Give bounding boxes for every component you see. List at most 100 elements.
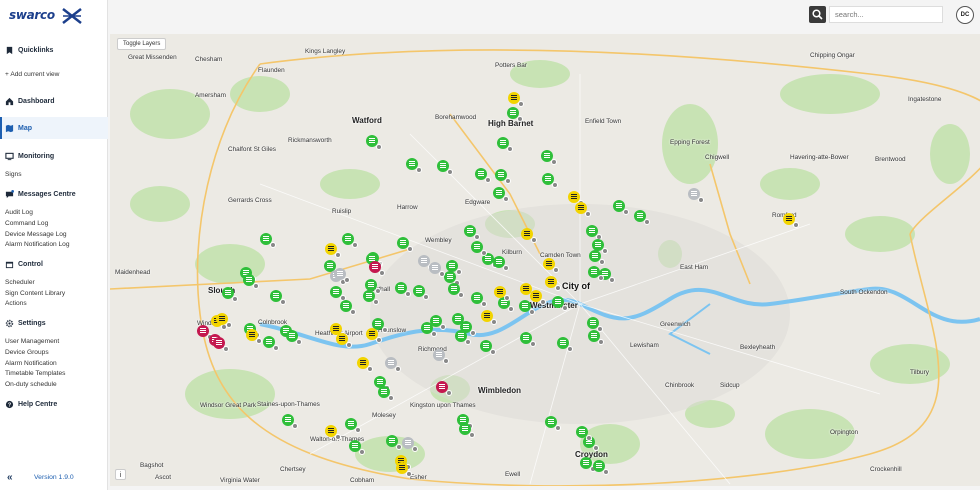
sign-marker-green-icon[interactable] [421,322,437,337]
nav-actions[interactable]: Actions [5,300,27,307]
sign-marker-green-icon[interactable] [260,233,276,248]
search-button[interactable] [809,6,826,23]
sign-marker-green-icon[interactable] [475,168,491,183]
sign-marker-yellow-icon[interactable] [543,258,559,273]
sign-marker-green-icon[interactable] [345,418,361,433]
sign-marker-green-icon[interactable] [464,225,480,240]
sign-marker-green-icon[interactable] [349,440,365,455]
nav-messages-centre[interactable]: Messages Centre [5,190,76,199]
sign-marker-green-icon[interactable] [437,160,453,175]
sign-marker-green-icon[interactable] [471,241,487,256]
sign-marker-green-icon[interactable] [495,169,511,184]
sign-marker-yellow-icon[interactable] [357,357,373,372]
sign-marker-green-icon[interactable] [519,300,535,315]
nav-settings[interactable]: Settings [5,319,46,328]
sign-marker-yellow-icon[interactable] [508,92,524,107]
sign-marker-green-icon[interactable] [406,158,422,173]
sign-marker-green-icon[interactable] [542,173,558,188]
collapse-sidebar-icon[interactable]: « [7,472,13,483]
nav-quicklinks[interactable]: Quicklinks [5,46,53,55]
sign-marker-green-icon[interactable] [589,250,605,265]
sign-marker-green-icon[interactable] [576,426,592,441]
sign-marker-grey-icon[interactable] [429,262,445,277]
sign-marker-green-icon[interactable] [459,423,475,438]
nav-on-duty-schedule[interactable]: On-duty schedule [5,381,57,388]
sign-marker-green-icon[interactable] [480,340,496,355]
nav-timetable-templates[interactable]: Timetable Templates [5,370,65,377]
sign-marker-green-icon[interactable] [395,282,411,297]
sign-marker-green-icon[interactable] [222,287,238,302]
sign-marker-green-icon[interactable] [444,271,460,286]
add-current-view-link[interactable]: + Add current view [5,71,59,78]
nav-alarm-notification[interactable]: Alarm Notification [5,360,57,367]
sign-marker-green-icon[interactable] [397,237,413,252]
sign-marker-grey-icon[interactable] [334,268,350,283]
nav-signs[interactable]: Signs [5,171,22,178]
sign-marker-yellow-icon[interactable] [366,328,382,343]
sign-marker-yellow-icon[interactable] [336,333,352,348]
sign-marker-green-icon[interactable] [455,330,471,345]
sign-marker-yellow-icon[interactable] [396,462,412,477]
sign-marker-green-icon[interactable] [342,233,358,248]
search-input[interactable] [829,6,943,23]
sign-marker-yellow-icon[interactable] [783,213,799,228]
sign-marker-green-icon[interactable] [586,225,602,240]
nav-device-message-log[interactable]: Device Message Log [5,231,67,238]
sign-marker-yellow-icon[interactable] [325,243,341,258]
map-info-button[interactable]: i [115,469,126,480]
sign-marker-grey-icon[interactable] [418,255,434,270]
sign-marker-green-icon[interactable] [471,292,487,307]
sign-marker-yellow-icon[interactable] [481,310,497,325]
map-view[interactable]: Toggle Layers Kings Langley Potters Bar Ch… [110,34,980,486]
sign-marker-green-icon[interactable] [493,256,509,271]
sign-marker-yellow-icon[interactable] [575,202,591,217]
sign-marker-green-icon[interactable] [263,336,279,351]
sign-marker-green-icon[interactable] [588,266,604,281]
sign-marker-yellow-icon[interactable] [530,290,546,305]
sign-marker-green-icon[interactable] [378,386,394,401]
nav-sign-content-library[interactable]: Sign Content Library [5,290,65,297]
sign-marker-green-icon[interactable] [541,150,557,165]
sign-marker-green-icon[interactable] [634,210,650,225]
sign-marker-grey-icon[interactable] [688,188,704,203]
sign-marker-yellow-icon[interactable] [568,191,584,206]
sign-marker-green-icon[interactable] [243,274,259,289]
sign-marker-red-icon[interactable] [197,325,213,340]
sign-marker-green-icon[interactable] [286,330,302,345]
sign-marker-green-icon[interactable] [588,330,604,345]
sign-marker-green-icon[interactable] [520,332,536,347]
swarco-logo[interactable]: swarco [7,6,82,26]
sign-marker-green-icon[interactable] [613,200,629,215]
sign-marker-grey-icon[interactable] [385,357,401,372]
sign-marker-green-icon[interactable] [366,135,382,150]
toggle-layers-button[interactable]: Toggle Layers [117,38,167,50]
nav-scheduler[interactable]: Scheduler [5,279,35,286]
nav-map[interactable]: Map [5,124,32,133]
sign-marker-green-icon[interactable] [446,260,462,275]
sign-marker-green-icon[interactable] [552,296,568,311]
sign-marker-green-icon[interactable] [545,416,561,431]
sign-marker-green-icon[interactable] [270,290,286,305]
sign-marker-green-icon[interactable] [557,337,573,352]
nav-monitoring[interactable]: Monitoring [5,152,54,161]
nav-audit-log[interactable]: Audit Log [5,209,33,216]
nav-dashboard[interactable]: Dashboard [5,97,55,106]
sign-marker-yellow-icon[interactable] [521,228,537,243]
sign-marker-green-icon[interactable] [363,290,379,305]
sign-marker-green-icon[interactable] [587,317,603,332]
sign-marker-green-icon[interactable] [497,137,513,152]
sign-marker-green-icon[interactable] [593,460,609,475]
nav-help-centre[interactable]: ? Help Centre [5,400,57,409]
user-avatar[interactable]: DC [956,6,974,24]
sign-marker-green-icon[interactable] [386,435,402,450]
nav-command-log[interactable]: Command Log [5,220,48,227]
sign-marker-red-icon[interactable] [213,337,229,352]
sign-marker-green-icon[interactable] [330,286,346,301]
sign-marker-yellow-icon[interactable] [216,313,232,328]
nav-device-groups[interactable]: Device Groups [5,349,49,356]
nav-control[interactable]: Control [5,260,43,269]
nav-alarm-notification-log[interactable]: Alarm Notification Log [5,241,70,248]
sign-marker-green-icon[interactable] [282,414,298,429]
sign-marker-yellow-icon[interactable] [545,276,561,291]
sign-marker-green-icon[interactable] [580,457,596,472]
